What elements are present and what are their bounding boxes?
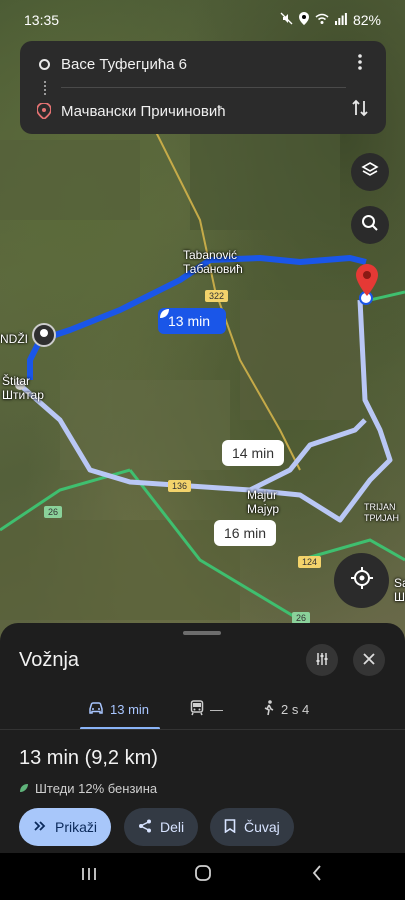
tab-driving[interactable]: 13 min: [88, 689, 149, 729]
destination-pin-small-icon: [36, 102, 52, 121]
car-icon: [88, 701, 104, 718]
tab-transit-label: —: [210, 701, 223, 717]
close-button[interactable]: [353, 644, 385, 676]
search-icon: [361, 214, 379, 237]
map-label-tabanovic: Tabanović Табановић: [183, 248, 243, 276]
tab-walking[interactable]: 2 s 4: [263, 689, 309, 729]
origin-dot-icon: [39, 58, 50, 70]
back-icon[interactable]: [302, 863, 332, 889]
battery-level: 82%: [352, 12, 381, 28]
double-chevron-icon: [33, 819, 47, 835]
travel-mode-tabs: 13 min — 2 s 4: [0, 689, 405, 730]
share-label: Deli: [160, 819, 185, 835]
status-time: 13:35: [24, 12, 60, 28]
route-search-card: Васе Туфегџића 6 Мачвански Причиновић: [20, 41, 386, 134]
map-label-stitar: Štitar Штитар: [2, 374, 44, 402]
swap-icon[interactable]: [350, 99, 370, 123]
origin-text[interactable]: Васе Туфегџића 6: [61, 56, 187, 73]
crosshair-icon: [350, 566, 374, 595]
route-time-alt2[interactable]: 16 min: [214, 520, 277, 546]
tab-transit[interactable]: —: [190, 689, 223, 729]
road-badge-322: 322: [205, 290, 229, 302]
map-label-ndzi: NDŽI: [0, 332, 28, 346]
system-nav-bar: [0, 853, 405, 900]
tab-driving-label: 13 min: [110, 701, 150, 717]
destination-row[interactable]: Мачвански Причиновић: [20, 88, 386, 134]
layers-button[interactable]: [351, 153, 389, 191]
route-summary: 13 min (9,2 km): [19, 747, 158, 769]
tab-walking-label: 2 s 4: [281, 701, 310, 717]
directions-sheet[interactable]: Vožnja 13 min — 2 s 4 13 min (9,2 km) Шт…: [0, 623, 405, 853]
more-options-icon[interactable]: [350, 53, 370, 76]
home-icon[interactable]: [188, 863, 218, 889]
destination-text[interactable]: Мачвански Причиновић: [61, 103, 226, 120]
eco-note: Штеди 12% бензина: [19, 781, 157, 796]
layers-icon: [361, 161, 379, 184]
save-button[interactable]: Čuvaj: [210, 808, 294, 846]
road-badge-26-west: 26: [44, 506, 63, 518]
recent-apps-icon[interactable]: [74, 863, 104, 889]
route-time-alt1[interactable]: 14 min: [222, 440, 285, 466]
map-label-trijan: TRIJAN ТРИЈАН: [364, 502, 399, 523]
eco-note-text: Штеди 12% бензина: [35, 781, 158, 796]
show-route-label: Prikaži: [55, 819, 98, 835]
origin-row[interactable]: Васе Туфегџића 6: [20, 41, 386, 87]
road-badge-124: 124: [298, 556, 322, 568]
map-label-sa: Sa Ша: [394, 576, 405, 604]
status-bar: 13:35 82%: [0, 0, 405, 40]
close-icon: [363, 652, 375, 668]
modes-divider: [0, 729, 405, 730]
route-time-primary[interactable]: 13 min: [158, 308, 227, 334]
road-badge-136: 136: [168, 480, 192, 492]
sheet-title: Vožnja: [19, 649, 80, 671]
my-location-button[interactable]: [334, 553, 389, 608]
share-icon: [138, 819, 152, 836]
leaf-icon: [19, 781, 29, 796]
search-button[interactable]: [351, 206, 389, 244]
save-label: Čuvaj: [244, 819, 280, 835]
signal-icon: [334, 12, 347, 28]
transit-icon: [190, 699, 204, 719]
map-label-majur: Majur Мајур: [247, 488, 280, 516]
sliders-icon: [315, 652, 329, 669]
show-route-button[interactable]: Prikaži: [19, 808, 112, 846]
share-button[interactable]: Deli: [124, 808, 199, 846]
sheet-drag-handle[interactable]: [183, 631, 221, 635]
location-icon: [298, 12, 309, 28]
mute-icon: [280, 12, 293, 28]
walk-icon: [263, 699, 275, 719]
bookmark-icon: [224, 818, 236, 836]
wifi-icon: [315, 13, 329, 28]
route-options-button[interactable]: [306, 644, 338, 676]
